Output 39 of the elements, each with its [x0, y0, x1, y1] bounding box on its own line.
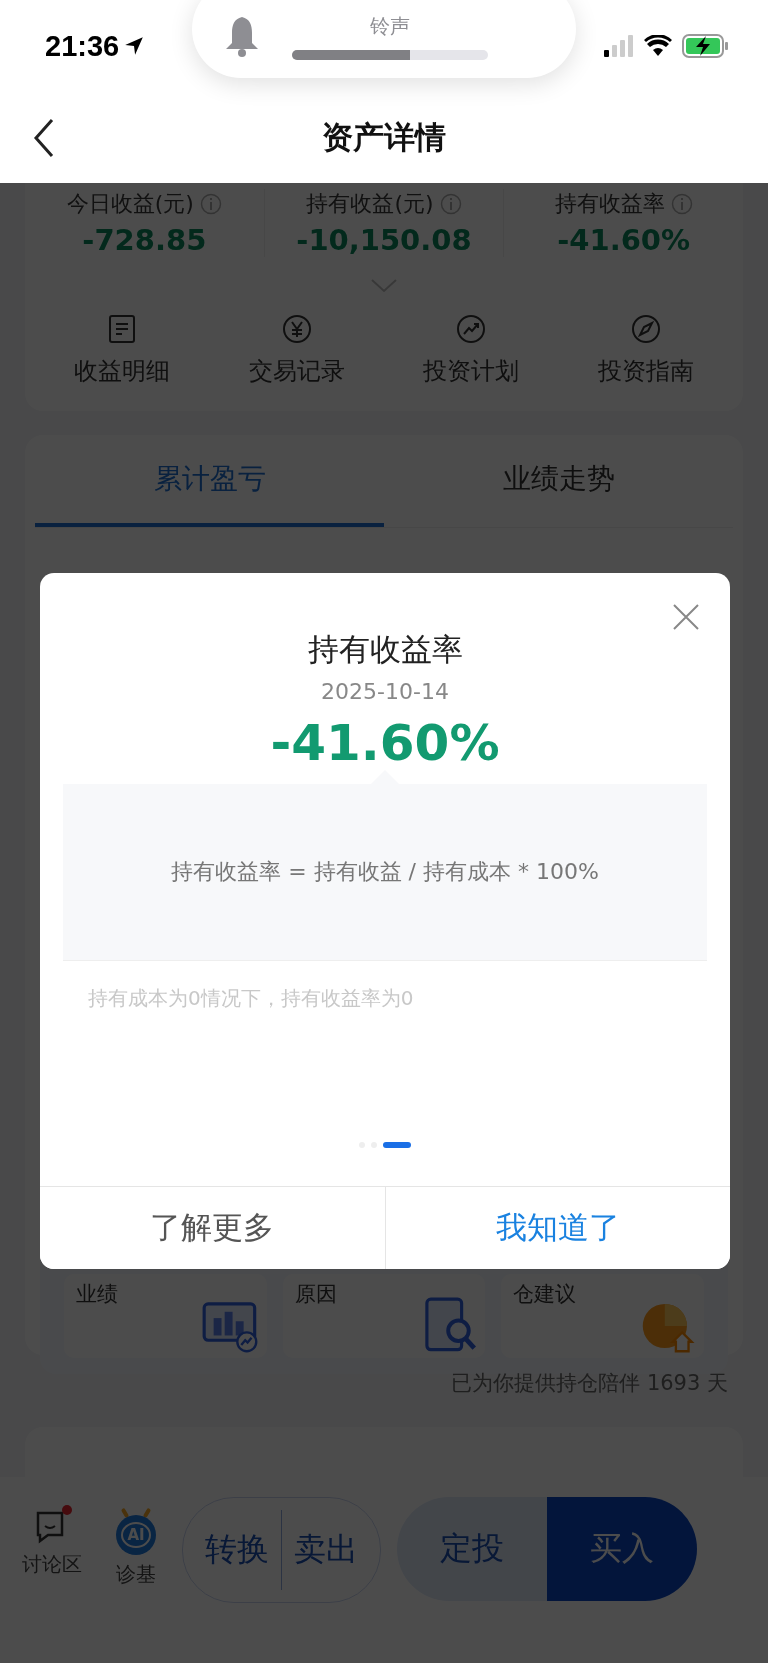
dialog-value: -41.60%	[270, 714, 500, 772]
status-time: 21:36	[45, 29, 120, 63]
buy-button[interactable]: 买入	[547, 1497, 697, 1601]
learn-more-button[interactable]: 了解更多	[40, 1187, 386, 1269]
convert-button[interactable]: 转换	[193, 1528, 281, 1572]
info-icon[interactable]	[199, 193, 222, 215]
bottom-link[interactable]: AI 诊基	[98, 1497, 174, 1588]
stat-value: -10,150.08	[296, 223, 472, 257]
compass-icon	[629, 313, 662, 345]
yen-icon	[280, 313, 313, 345]
info-icon[interactable]	[670, 193, 693, 215]
tab[interactable]: 累计盈亏	[35, 435, 384, 527]
volume-label: 铃声	[370, 12, 410, 40]
back-icon[interactable]	[32, 118, 56, 158]
wifi-icon	[644, 35, 672, 57]
stat-value: -728.85	[82, 223, 207, 257]
signal-icon	[604, 35, 634, 57]
action-item[interactable]: 投资指南	[597, 313, 694, 387]
dialog-date: 2025-10-14	[321, 679, 449, 704]
action-item[interactable]: 收益明细	[74, 313, 171, 387]
info-icon[interactable]	[439, 193, 462, 215]
stat-label: 持有收益(元)	[306, 190, 434, 218]
page-title: 资产详情	[322, 117, 446, 157]
bottom-link[interactable]: 讨论区	[14, 1497, 90, 1578]
bell-icon	[224, 15, 260, 57]
stat-label: 今日收益(元)	[66, 190, 194, 218]
dialog-title: 持有收益率	[307, 630, 463, 669]
sell-button[interactable]: 卖出	[282, 1528, 370, 1572]
action-item[interactable]: 交易记录	[248, 313, 345, 387]
battery-charging-icon	[682, 34, 728, 58]
auto-invest-button[interactable]: 定投	[397, 1497, 547, 1601]
close-icon[interactable]	[672, 603, 700, 631]
formula-text: 持有收益率 = 持有收益 / 持有成本 * 100%	[171, 858, 599, 886]
trend-icon	[455, 313, 488, 345]
location-arrow-icon	[123, 35, 146, 57]
stat-value: -41.60%	[557, 223, 691, 257]
action-item[interactable]: 投资计划	[423, 313, 520, 387]
tab[interactable]: 业绩走势	[384, 435, 733, 527]
stat-label: 持有收益率	[554, 190, 665, 218]
